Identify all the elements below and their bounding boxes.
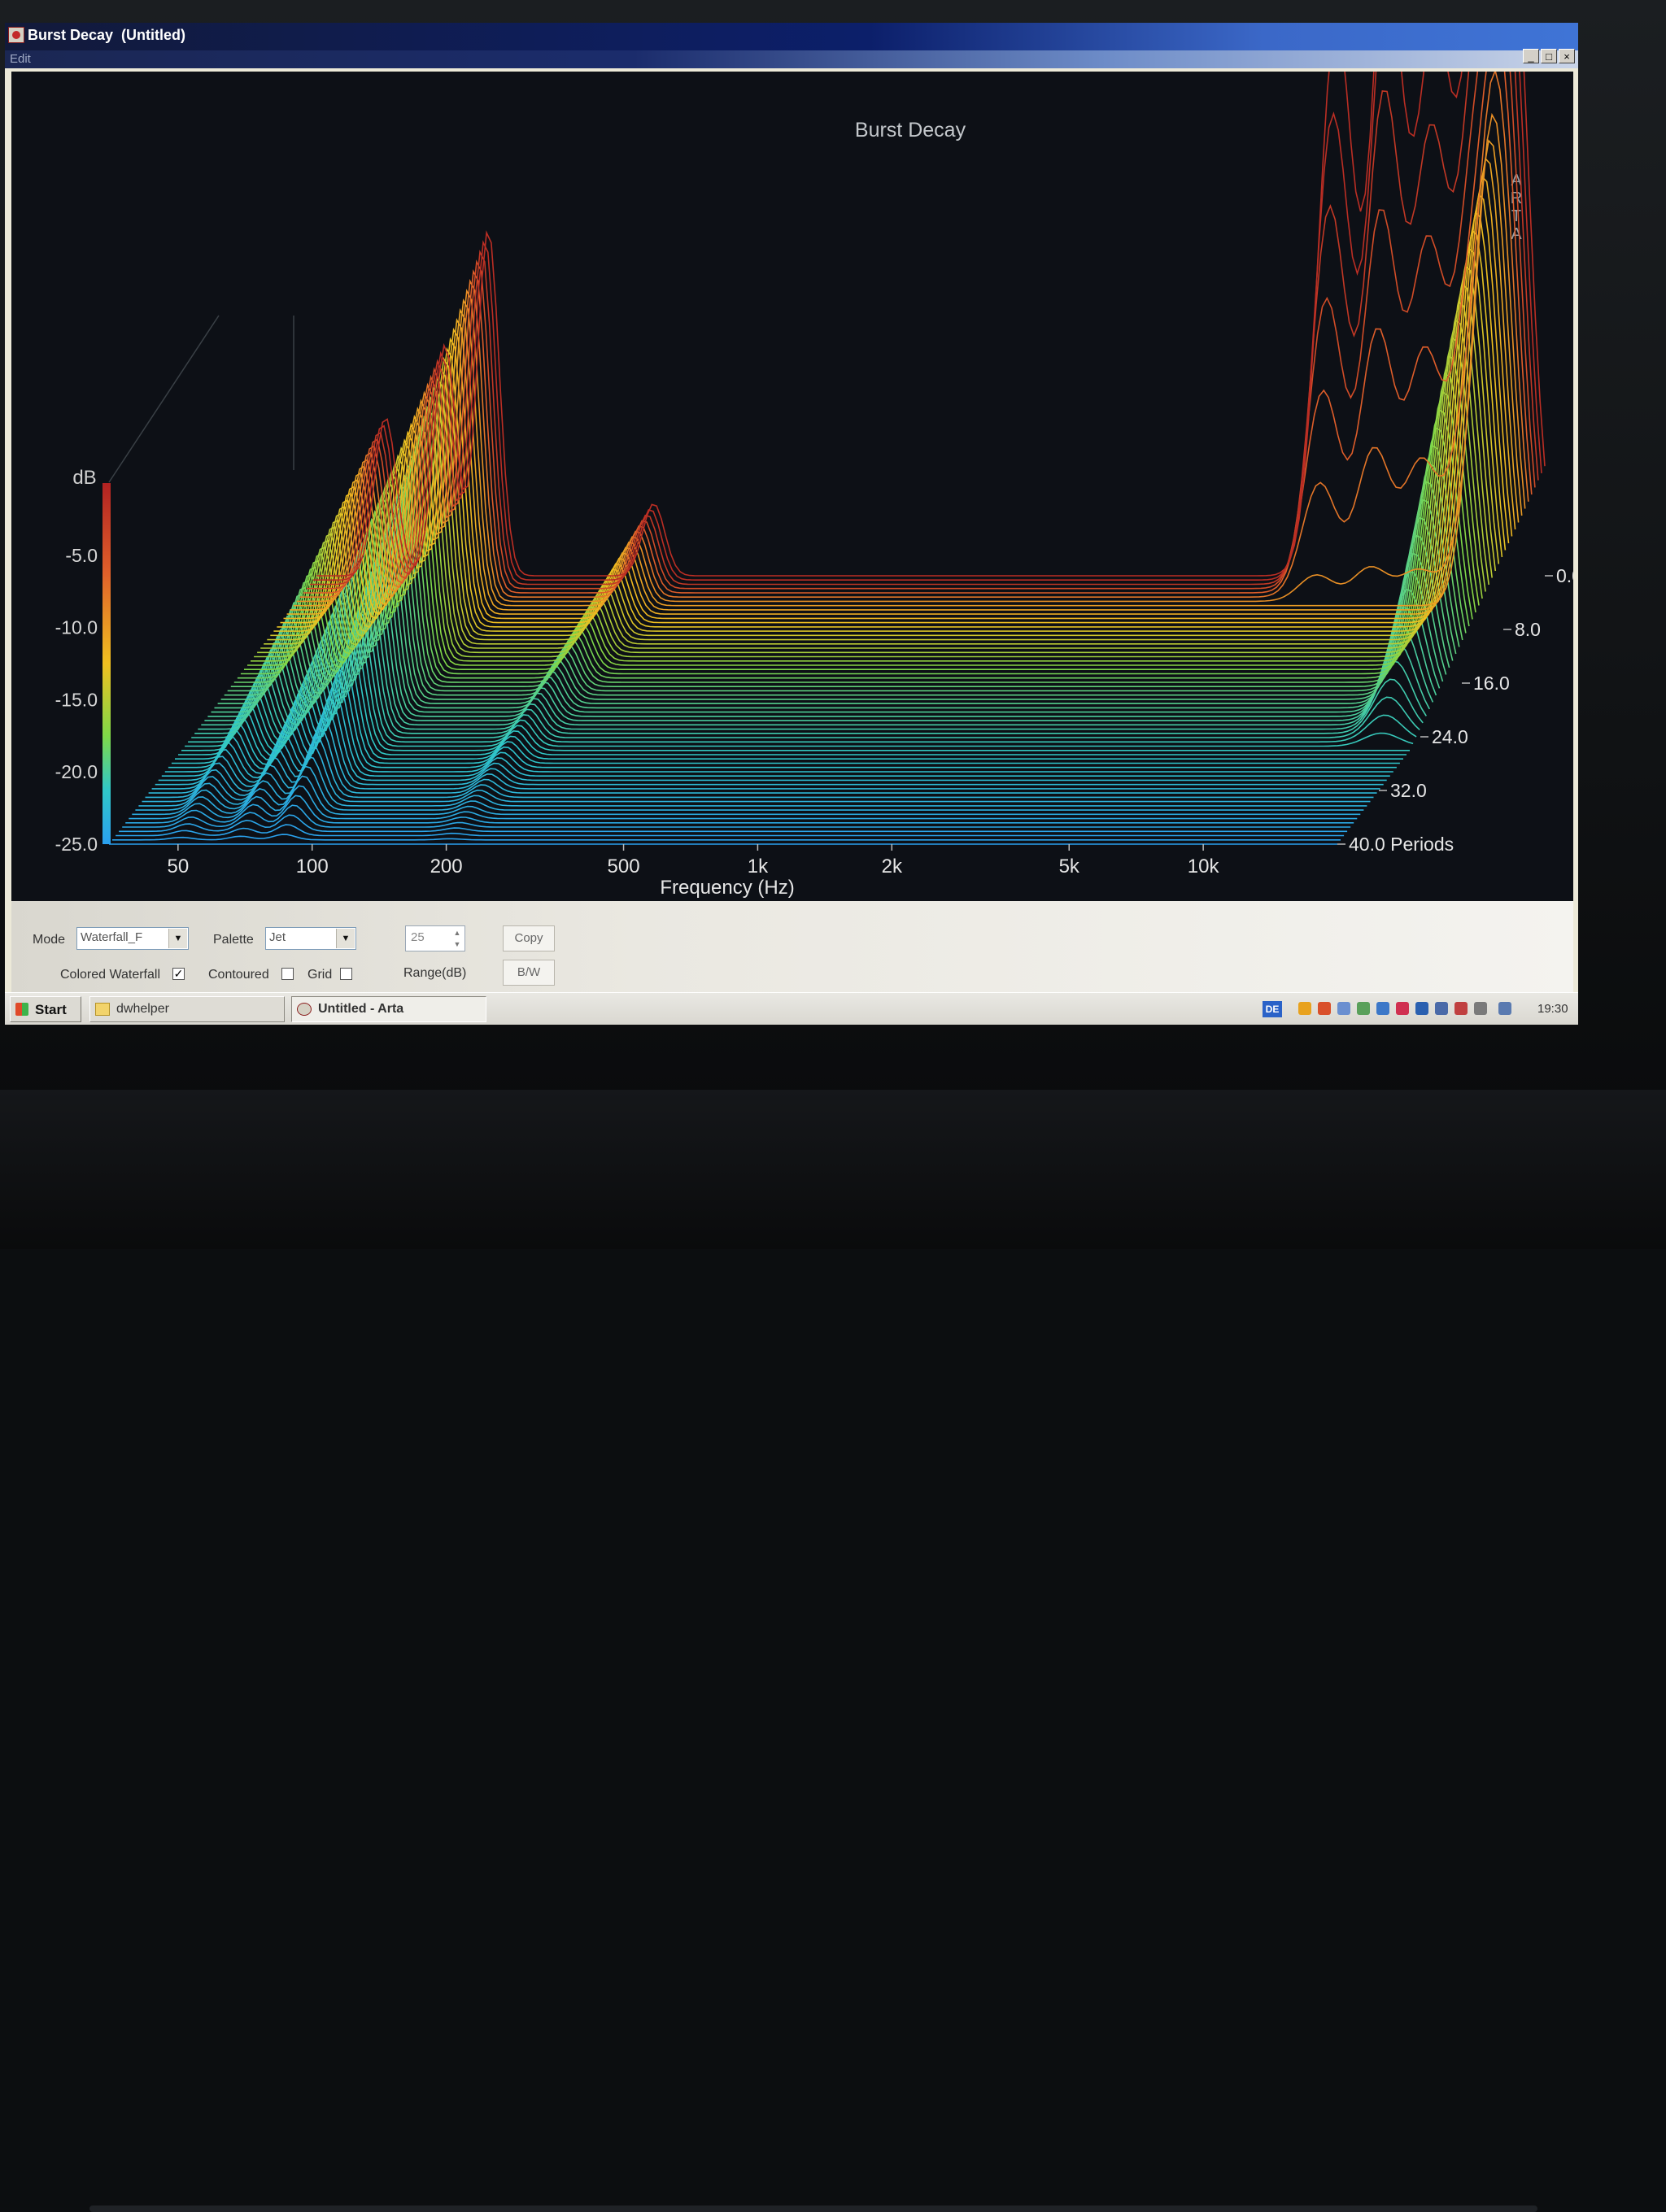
- waterfall-slice: [122, 804, 1351, 828]
- x-tick-label: 50: [167, 856, 189, 877]
- waterfall-plot: Burst Decay ARTA dB -5.0 -10.0 -15.0 -20.0-…: [11, 72, 1573, 901]
- tray-volume-icon[interactable]: [1498, 1002, 1511, 1015]
- waterfall-slice: [132, 775, 1361, 816]
- maximize-button[interactable]: □: [1541, 49, 1557, 63]
- y-axis-label: dB: [72, 467, 96, 489]
- waterfall-chart: Burst Decay ARTA dB -5.0-10.0-15.0-20.0-…: [55, 72, 1573, 899]
- z-tick-label: 0.0: [1556, 565, 1573, 586]
- taskbar: Start dwhelper Untitled - Arta DE 19:30: [5, 992, 1578, 1025]
- mode-select-value: Waterfall_F: [81, 930, 143, 944]
- z-tick-label: 8.0: [1515, 619, 1541, 640]
- tray-display-icon[interactable]: [1415, 1002, 1428, 1015]
- task-label: dwhelper: [116, 1002, 169, 1016]
- start-button[interactable]: Start: [10, 996, 81, 1022]
- y-tick-label: -20.0: [55, 761, 98, 782]
- depth-guide-line: [108, 315, 220, 483]
- range-db-value: 25: [411, 930, 425, 944]
- tray-network-icon[interactable]: [1337, 1002, 1350, 1015]
- tray-warning-icon[interactable]: [1298, 1002, 1311, 1015]
- color-scale-bar: [102, 483, 111, 844]
- z-tick-label: 16.0: [1473, 673, 1510, 694]
- chevron-down-icon[interactable]: ▼: [336, 929, 355, 948]
- tray-app-icon[interactable]: [1357, 1002, 1370, 1015]
- grid-label: Grid: [307, 968, 333, 982]
- close-button[interactable]: ×: [1559, 49, 1575, 63]
- windows-flag-icon: [15, 1003, 28, 1016]
- x-tick-label: 2k: [882, 856, 903, 877]
- palette-select[interactable]: Jet ▼: [265, 927, 356, 950]
- language-indicator[interactable]: DE: [1263, 1001, 1282, 1017]
- contoured-label: Contoured: [208, 968, 269, 982]
- tray-power-icon[interactable]: [1474, 1002, 1487, 1015]
- spin-up-icon[interactable]: ▲: [451, 927, 464, 938]
- y-tick-label: -5.0: [65, 545, 98, 566]
- y-tick-label: -15.0: [55, 689, 98, 710]
- screen: Burst Decay (Untitled) Edit _ □ × Burst …: [5, 23, 1578, 1025]
- waterfall-slice: [116, 824, 1345, 837]
- start-label: Start: [35, 1002, 67, 1017]
- mode-label: Mode: [33, 933, 66, 947]
- x-axis: 50 100 200 500 1k 2k 5k 10k: [167, 844, 1219, 877]
- tray-wireless-icon[interactable]: [1435, 1002, 1448, 1015]
- x-tick-label: 5k: [1059, 856, 1080, 877]
- minimize-button[interactable]: _: [1523, 49, 1539, 63]
- x-tick-label: 1k: [748, 856, 769, 877]
- arta-app-icon: [297, 1003, 312, 1016]
- task-label: Untitled - Arta: [318, 1002, 404, 1016]
- tray-update-icon[interactable]: [1318, 1002, 1331, 1015]
- waterfall-slice: [299, 72, 1529, 599]
- x-tick-label: 100: [296, 856, 329, 877]
- system-tray: DE 19:30: [1258, 996, 1575, 1022]
- window-title: Burst Decay (Untitled): [28, 27, 186, 43]
- grid-checkbox[interactable]: [340, 968, 352, 980]
- contoured-checkbox[interactable]: [281, 968, 294, 980]
- keyboard-edge: [89, 2205, 1537, 2212]
- x-tick-label: 10k: [1188, 856, 1220, 877]
- z-tick-label: 32.0: [1390, 780, 1427, 801]
- waterfall-slice: [306, 72, 1536, 590]
- x-axis-label: Frequency (Hz): [660, 877, 794, 899]
- tray-antivirus-icon[interactable]: [1454, 1002, 1468, 1015]
- y-tick-label: -25.0: [55, 834, 98, 855]
- palette-label: Palette: [213, 933, 254, 947]
- y-axis: -5.0 -10.0 -15.0 -20.0 -25.0: [55, 545, 98, 855]
- folder-icon: [95, 1003, 110, 1016]
- colored-waterfall-checkbox[interactable]: ✓: [172, 968, 185, 980]
- chart-title: Burst Decay: [855, 119, 966, 142]
- copy-button[interactable]: Copy: [503, 925, 555, 951]
- range-db-label: Range(dB): [403, 966, 467, 980]
- arta-app-icon[interactable]: [8, 27, 24, 43]
- z-tick-label: 24.0: [1432, 726, 1468, 747]
- y-tick-label: -10.0: [55, 617, 98, 638]
- mode-select[interactable]: Waterfall_F ▼: [76, 927, 189, 950]
- x-tick-label: 200: [430, 856, 463, 877]
- title-bar: Burst Decay (Untitled): [5, 23, 1578, 50]
- colored-waterfall-label: Colored Waterfall: [60, 968, 161, 982]
- range-db-spinner[interactable]: 25 ▲ ▼: [405, 925, 465, 951]
- task-untitled-arta[interactable]: Untitled - Arta: [291, 996, 486, 1022]
- task-dwhelper[interactable]: dwhelper: [89, 996, 285, 1022]
- bw-button[interactable]: B/W: [503, 960, 555, 986]
- tray-security-icon[interactable]: [1396, 1002, 1409, 1015]
- z-tick-label: 40.0 Periods: [1349, 834, 1454, 855]
- spin-down-icon[interactable]: ▼: [451, 938, 464, 950]
- chevron-down-icon[interactable]: ▼: [168, 929, 187, 948]
- menu-bar: Edit _ □ ×: [5, 49, 1578, 68]
- laptop-keyboard-area: [0, 1090, 1666, 2212]
- clock: 19:30: [1537, 1002, 1568, 1016]
- tray-bluetooth-icon[interactable]: [1376, 1002, 1389, 1015]
- waterfall-slices: [109, 72, 1546, 845]
- waterfall-slice: [303, 72, 1533, 594]
- palette-select-value: Jet: [269, 930, 286, 944]
- menu-edit[interactable]: Edit: [10, 52, 31, 66]
- x-tick-label: 500: [608, 856, 640, 877]
